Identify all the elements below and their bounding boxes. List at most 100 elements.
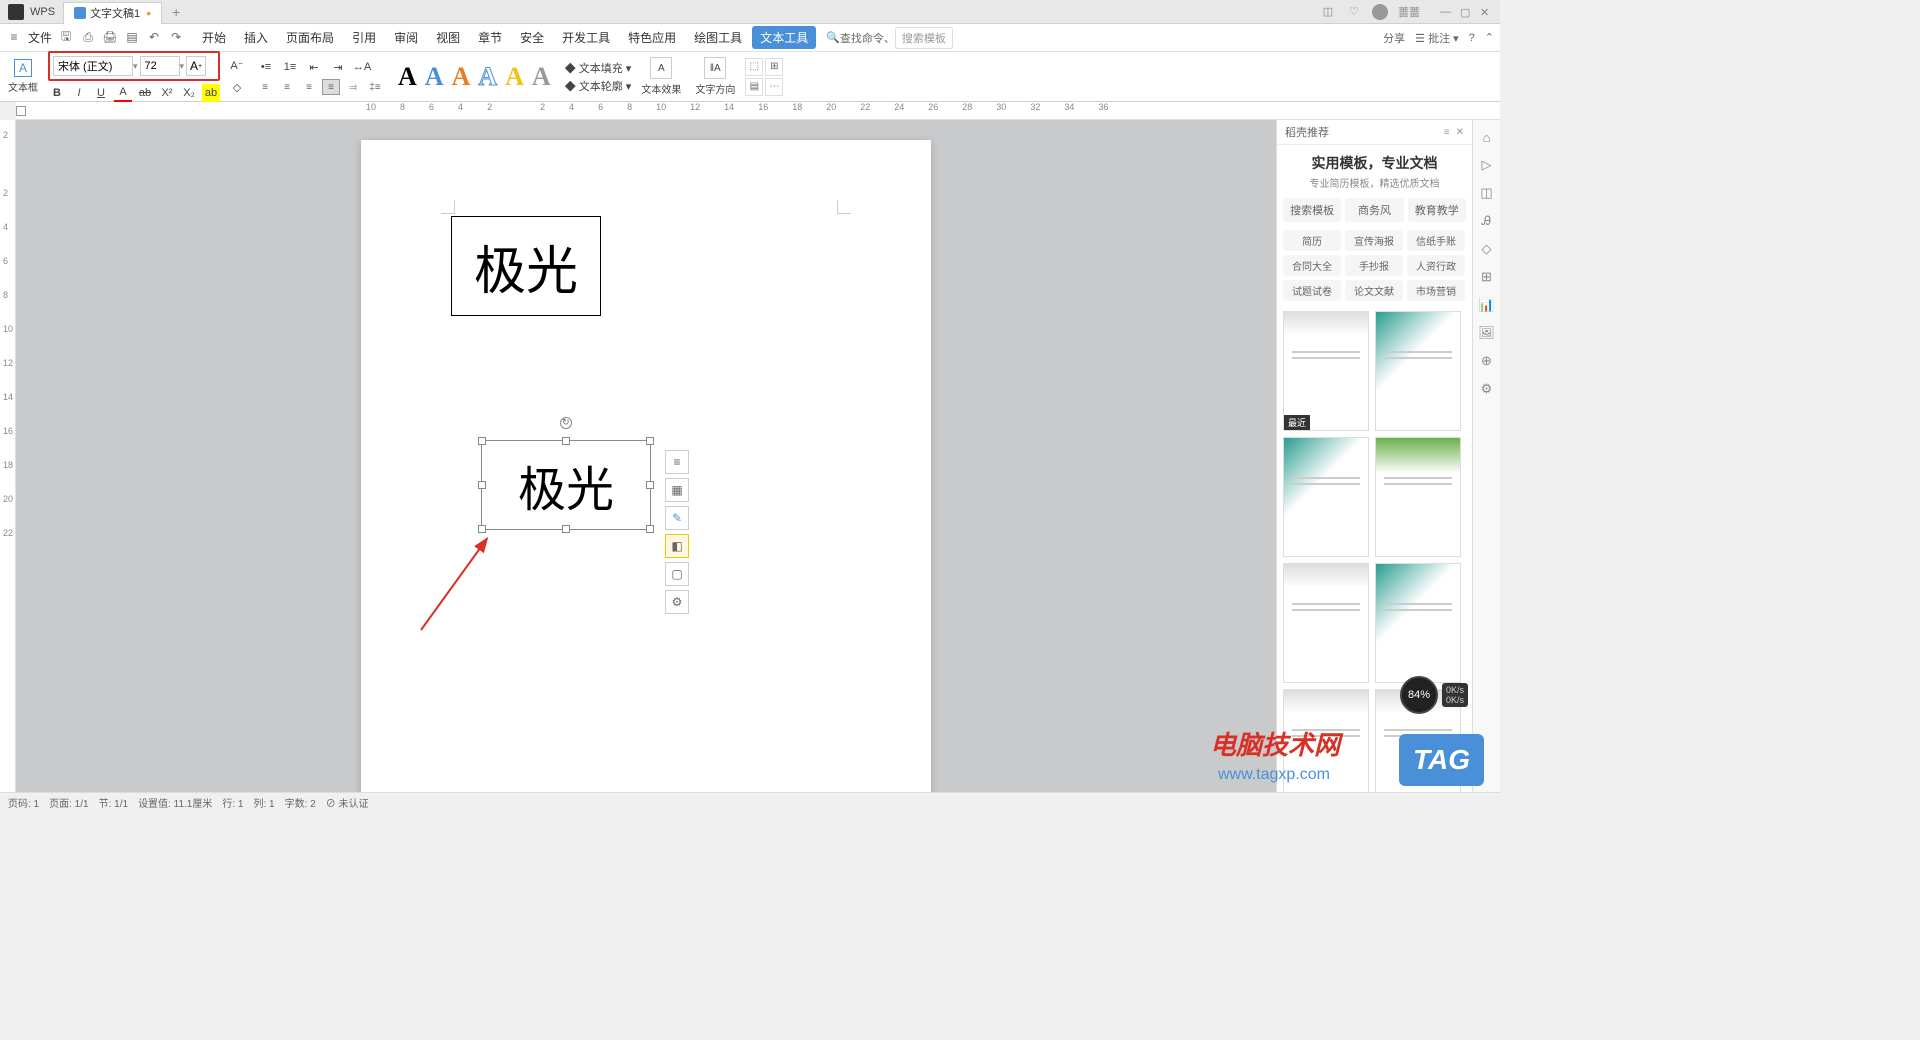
- menu-chapter[interactable]: 章节: [470, 26, 510, 49]
- document-tab[interactable]: 文字文稿1 •: [63, 2, 162, 24]
- text-direction-button[interactable]: ‖A 文字方向: [695, 57, 735, 96]
- cat-exam[interactable]: 试题试卷: [1283, 280, 1341, 301]
- menu-security[interactable]: 安全: [512, 26, 552, 49]
- menu-reference[interactable]: 引用: [344, 26, 384, 49]
- canvas-area[interactable]: 极光 极光 ≡ ▦ ✎ ◧ ▢ ⚙: [16, 120, 1276, 792]
- menu-insert[interactable]: 插入: [236, 26, 276, 49]
- save-icon[interactable]: 🖫: [58, 29, 74, 45]
- grow-font-button[interactable]: A+: [186, 56, 206, 76]
- cat-hr[interactable]: 人资行政: [1407, 255, 1465, 276]
- strip-link-icon[interactable]: ⊕: [1478, 352, 1496, 370]
- share-button[interactable]: 分享: [1383, 30, 1405, 46]
- speed-widget[interactable]: 84% 0K/s 0K/s: [1400, 676, 1468, 714]
- vertical-ruler[interactable]: 2 2 4 6 8 10 12 14 16 18 20 22: [0, 120, 16, 792]
- menu-devtools[interactable]: 开发工具: [554, 26, 618, 49]
- font-color-button[interactable]: A: [114, 84, 132, 102]
- underline-button[interactable]: U: [92, 84, 110, 102]
- strikethrough-button[interactable]: ab: [136, 84, 154, 102]
- maximize-button[interactable]: ▢: [1460, 6, 1472, 18]
- template-thumb-5[interactable]: [1283, 563, 1369, 683]
- redo-icon[interactable]: ↷: [168, 29, 184, 45]
- numbering-button[interactable]: 1≡: [280, 58, 300, 76]
- resize-handle-bm[interactable]: [562, 525, 570, 533]
- menu-drawtools[interactable]: 绘图工具: [686, 26, 750, 49]
- align-left-button[interactable]: ≡: [256, 79, 274, 95]
- template-thumb-3[interactable]: [1283, 437, 1369, 557]
- menu-review[interactable]: 审阅: [386, 26, 426, 49]
- sb-position[interactable]: 设置值: 11.1厘米: [138, 795, 212, 810]
- menu-special[interactable]: 特色应用: [620, 26, 684, 49]
- textbox-original[interactable]: 极光: [451, 216, 601, 316]
- text-fill-button[interactable]: ◆ 文本填充 ▾: [565, 60, 632, 76]
- cat-resume[interactable]: 简历: [1283, 230, 1341, 251]
- strip-grid-icon[interactable]: ⊞: [1478, 268, 1496, 286]
- sb-cert[interactable]: ⊘ 未认证: [326, 795, 369, 810]
- strip-image-icon[interactable]: 🖼: [1478, 324, 1496, 342]
- template-tab-education[interactable]: 教育教学: [1408, 198, 1466, 222]
- strip-select-icon[interactable]: ▷: [1478, 156, 1496, 174]
- text-outline-button[interactable]: ◆ 文本轮廓 ▾: [565, 78, 632, 94]
- cat-thesis[interactable]: 论文文献: [1345, 280, 1403, 301]
- align-center-button[interactable]: ≡: [278, 79, 296, 95]
- cat-contract[interactable]: 合同大全: [1283, 255, 1341, 276]
- strip-chart-icon[interactable]: 📊: [1478, 296, 1496, 314]
- menu-view[interactable]: 视图: [428, 26, 468, 49]
- paste-icon[interactable]: ▤: [124, 29, 140, 45]
- cat-marketing[interactable]: 市场营销: [1407, 280, 1465, 301]
- sb-wordcount[interactable]: 字数: 2: [285, 795, 316, 810]
- document-page[interactable]: 极光 极光 ≡ ▦ ✎ ◧ ▢ ⚙: [361, 140, 931, 792]
- sb-col[interactable]: 列: 1: [253, 795, 274, 810]
- cat-letter[interactable]: 信纸手账: [1407, 230, 1465, 251]
- file-menu[interactable]: 文件: [28, 29, 52, 46]
- template-tab-search[interactable]: 搜索模板: [1283, 198, 1341, 222]
- superscript-button[interactable]: X²: [158, 84, 176, 102]
- menu-pagelayout[interactable]: 页面布局: [278, 26, 342, 49]
- outline-color-button[interactable]: ✎: [665, 506, 689, 530]
- search-template-input[interactable]: 搜索模板: [895, 27, 953, 49]
- wrap-button[interactable]: ⬚: [745, 58, 763, 76]
- template-thumb-2[interactable]: [1375, 311, 1461, 431]
- subscript-button[interactable]: X₂: [180, 84, 198, 102]
- horizontal-ruler[interactable]: 10 8 6 4 2 2 4 6 8 10 12 14 16 18 20 22 …: [16, 102, 1500, 120]
- style-sample-5[interactable]: A: [505, 62, 524, 92]
- indent-decrease-button[interactable]: ⇤: [304, 58, 324, 76]
- char-scale-button[interactable]: ↔A: [352, 58, 372, 76]
- italic-button[interactable]: I: [70, 84, 88, 102]
- sb-page-of[interactable]: 页面: 1/1: [49, 795, 88, 810]
- bullets-button[interactable]: •≡: [256, 58, 276, 76]
- shape-outline-button[interactable]: ▢: [665, 562, 689, 586]
- tab-stop-icon[interactable]: [16, 106, 26, 116]
- align-justify-button[interactable]: ≡: [322, 79, 340, 95]
- annotate-button[interactable]: ☰ 批注 ▾: [1415, 30, 1459, 46]
- bold-button[interactable]: B: [48, 84, 66, 102]
- highlight-button[interactable]: ab: [202, 84, 220, 102]
- style-sample-1[interactable]: A: [398, 62, 417, 92]
- new-tab-button[interactable]: +: [162, 4, 190, 20]
- resize-handle-tr[interactable]: [646, 437, 654, 445]
- more-options-button[interactable]: ⚙: [665, 590, 689, 614]
- clear-format-button[interactable]: ◇: [228, 79, 246, 97]
- help-icon[interactable]: ?: [1469, 32, 1475, 44]
- print-preview-icon[interactable]: ⎙: [80, 29, 96, 45]
- textbox-button[interactable]: A 文本框: [8, 59, 38, 94]
- size-dropdown-icon[interactable]: ▾: [180, 61, 185, 72]
- resize-handle-tl[interactable]: [478, 437, 486, 445]
- cat-poster[interactable]: 宣传海报: [1345, 230, 1403, 251]
- style-sample-6[interactable]: A: [532, 62, 551, 92]
- template-tab-business[interactable]: 商务风: [1345, 198, 1403, 222]
- menu-start[interactable]: 开始: [194, 26, 234, 49]
- panel-settings-icon[interactable]: ≡: [1444, 127, 1450, 138]
- text-effect-button[interactable]: A 文本效果: [641, 57, 681, 96]
- style-sample-4[interactable]: A: [478, 62, 497, 92]
- undo-icon[interactable]: ↶: [146, 29, 162, 45]
- resize-handle-mr[interactable]: [646, 481, 654, 489]
- print-icon[interactable]: 🖨: [102, 29, 118, 45]
- fill-button[interactable]: ▦: [665, 478, 689, 502]
- resize-handle-tm[interactable]: [562, 437, 570, 445]
- collapse-ribbon-icon[interactable]: ⌃: [1485, 31, 1494, 44]
- strip-style-icon[interactable]: Ꭿ: [1478, 212, 1496, 230]
- sb-line[interactable]: 行: 1: [222, 795, 243, 810]
- close-button[interactable]: ✕: [1480, 6, 1492, 18]
- font-name-select[interactable]: [53, 56, 133, 76]
- font-dropdown-icon[interactable]: ▾: [133, 61, 138, 72]
